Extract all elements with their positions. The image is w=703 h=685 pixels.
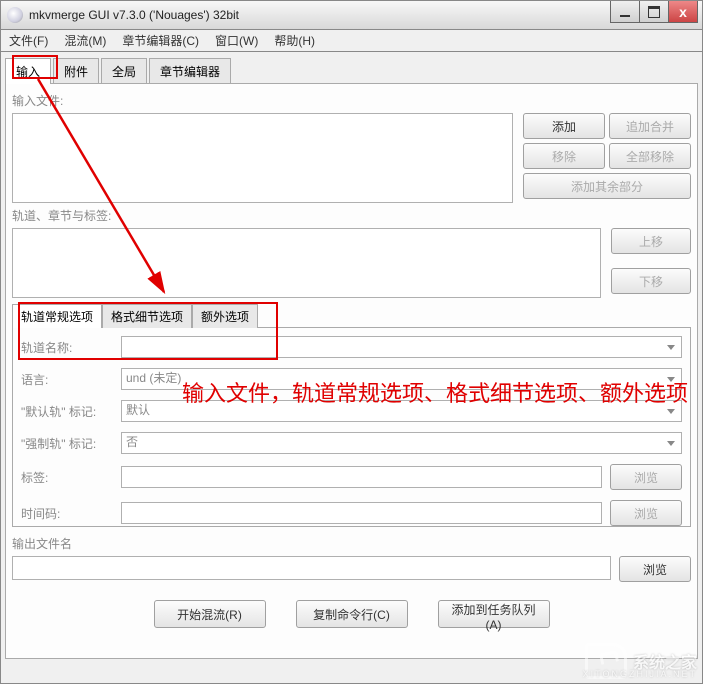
tags-browse-button: 浏览	[610, 464, 682, 490]
input-files-label: 输入文件:	[12, 92, 691, 109]
menu-mux[interactable]: 混流(M)	[56, 30, 114, 51]
output-filename-input[interactable]	[12, 556, 611, 580]
language-label: 语言:	[21, 371, 121, 388]
tags-input[interactable]	[121, 466, 602, 488]
window-title: mkvmerge GUI v7.3.0 ('Nouages') 32bit	[29, 8, 702, 22]
input-files-list[interactable]	[12, 113, 513, 203]
subtab-general[interactable]: 轨道常规选项	[12, 304, 102, 328]
tab-chapter-editor[interactable]: 章节编辑器	[149, 58, 231, 84]
timecodes-input[interactable]	[121, 502, 602, 524]
move-up-button: 上移	[611, 228, 691, 254]
subtab-extra[interactable]: 额外选项	[192, 304, 258, 328]
tab-attachments[interactable]: 附件	[53, 58, 99, 84]
default-track-label: "默认轨" 标记:	[21, 403, 121, 420]
copy-cmdline-button[interactable]: 复制命令行(C)	[296, 600, 408, 628]
add-to-queue-button[interactable]: 添加到任务队列(A)	[438, 600, 550, 628]
track-name-label: 轨道名称:	[21, 339, 121, 356]
app-icon	[7, 7, 23, 23]
track-general-panel: 轨道名称: 语言: und (未定) "默认轨" 标记: 默认 "强制轨" 标记…	[12, 327, 691, 527]
tab-global[interactable]: 全局	[101, 58, 147, 84]
menu-chapter-editor[interactable]: 章节编辑器(C)	[114, 30, 207, 51]
tab-input[interactable]: 输入	[5, 58, 51, 84]
bottom-button-row: 开始混流(R) 复制命令行(C) 添加到任务队列(A)	[12, 600, 691, 628]
remove-all-button: 全部移除	[609, 143, 691, 169]
close-button[interactable]: x	[668, 1, 698, 23]
language-combo[interactable]: und (未定)	[121, 368, 682, 390]
tracks-list[interactable]	[12, 228, 601, 298]
forced-track-label: "强制轨" 标记:	[21, 435, 121, 452]
add-rest-button: 添加其余部分	[523, 173, 691, 199]
forced-track-combo[interactable]: 否	[121, 432, 682, 454]
menu-help[interactable]: 帮助(H)	[266, 30, 323, 51]
timecodes-label: 时间码:	[21, 505, 121, 522]
title-bar: mkvmerge GUI v7.3.0 ('Nouages') 32bit x	[0, 0, 703, 30]
watermark-subtext: XITONGZHIJIA.NET	[583, 669, 697, 679]
start-mux-button[interactable]: 开始混流(R)	[154, 600, 266, 628]
menu-bar: 文件(F) 混流(M) 章节编辑器(C) 窗口(W) 帮助(H)	[0, 30, 703, 52]
track-name-input[interactable]	[121, 336, 682, 358]
watermark: 系统之家 XITONGZHIJIA.NET	[585, 643, 697, 679]
minimize-button[interactable]	[610, 1, 640, 23]
output-filename-label: 输出文件名	[12, 535, 691, 552]
main-tabs: 输入 附件 全局 章节编辑器	[5, 58, 698, 84]
remove-button: 移除	[523, 143, 605, 169]
append-button: 追加合并	[609, 113, 691, 139]
input-tab-panel: 输入文件: 添加 追加合并 移除 全部移除 添加其余部分 轨道、章节与标签:	[5, 83, 698, 659]
window-controls: x	[611, 1, 698, 23]
add-button[interactable]: 添加	[523, 113, 605, 139]
track-option-tabs: 轨道常规选项 格式细节选项 额外选项	[12, 304, 691, 328]
output-browse-button[interactable]: 浏览	[619, 556, 691, 582]
timecodes-browse-button: 浏览	[610, 500, 682, 526]
tags-label: 标签:	[21, 469, 121, 486]
subtab-format[interactable]: 格式细节选项	[102, 304, 192, 328]
maximize-button[interactable]	[639, 1, 669, 23]
default-track-combo[interactable]: 默认	[121, 400, 682, 422]
tracks-label: 轨道、章节与标签:	[12, 207, 691, 224]
move-down-button: 下移	[611, 268, 691, 294]
menu-file[interactable]: 文件(F)	[1, 30, 56, 51]
main-frame: 输入 附件 全局 章节编辑器 输入文件: 添加 追加合并 移除 全部移除 添加其…	[0, 52, 703, 684]
menu-window[interactable]: 窗口(W)	[207, 30, 266, 51]
